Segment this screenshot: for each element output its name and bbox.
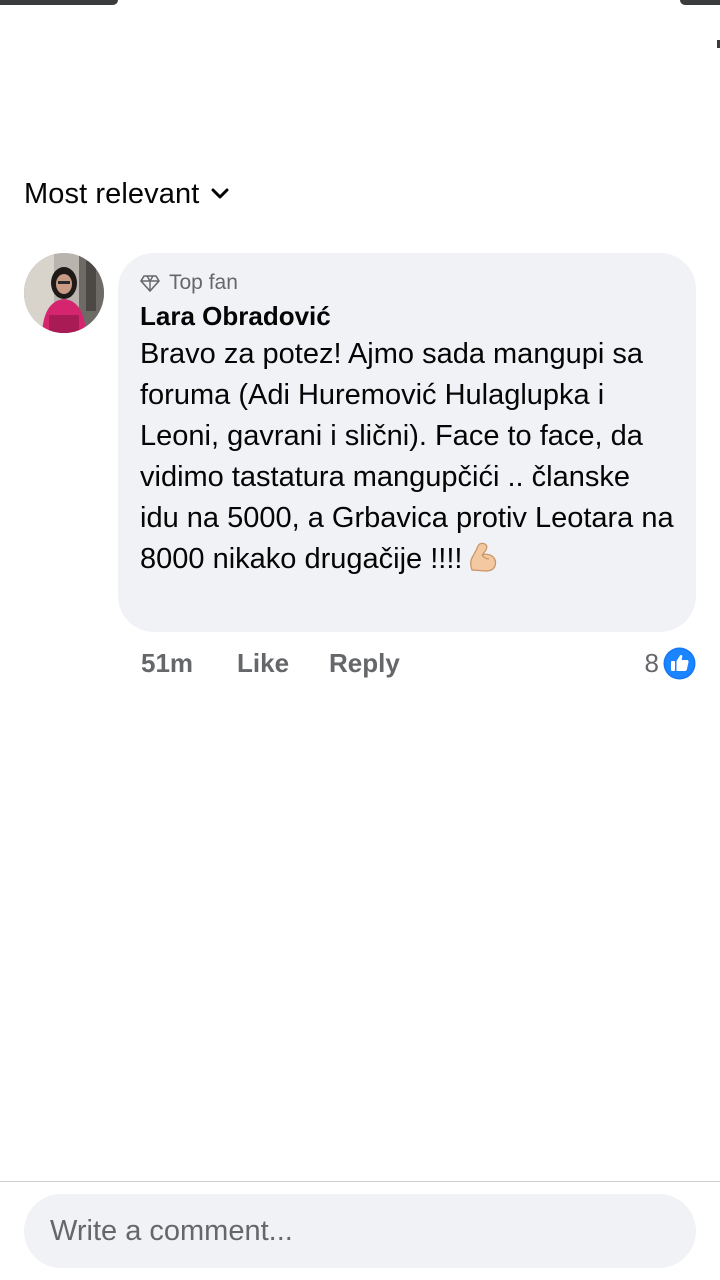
comment-actions: 51m Like Reply (141, 644, 400, 682)
comment-author[interactable]: Lara Obradović (140, 300, 674, 332)
device-top-edge-left (0, 0, 118, 5)
avatar[interactable] (24, 253, 104, 333)
sort-label: Most relevant (24, 177, 200, 210)
diamond-icon (140, 275, 160, 292)
reply-button[interactable]: Reply (329, 648, 400, 679)
device-top-edge-right (680, 0, 720, 5)
flexed-biceps-emoji (470, 542, 497, 572)
reaction-summary[interactable]: 8 (645, 644, 696, 682)
reaction-count: 8 (644, 647, 659, 678)
comment-input[interactable] (48, 1213, 672, 1249)
like-button[interactable]: Like (237, 648, 329, 679)
avatar-photo (24, 253, 104, 333)
comment-composer[interactable] (24, 1194, 696, 1268)
badge-label: Top fan (169, 271, 238, 294)
composer-divider (0, 1181, 720, 1182)
top-fan-badge: Top fan (140, 270, 674, 296)
comment-bubble[interactable]: Top fan Lara Obradović Bravo za potez! A… (118, 253, 696, 632)
chevron-down-icon (211, 188, 229, 199)
sort-dropdown[interactable]: Most relevant (24, 174, 229, 214)
comment-body: Bravo za potez! Ajmo sada mangupi sa for… (140, 338, 682, 575)
comment-timestamp: 51m (141, 647, 194, 678)
comment-text: Bravo za potez! Ajmo sada mangupi sa for… (140, 334, 676, 580)
like-thumb-icon (663, 647, 696, 679)
